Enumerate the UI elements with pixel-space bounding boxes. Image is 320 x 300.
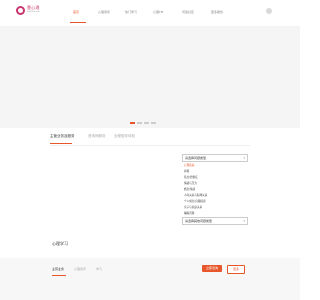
- nav-item-tests[interactable]: 心理测评: [98, 10, 110, 14]
- footer-tab-main[interactable]: 主营业务: [52, 267, 64, 271]
- carousel-dot[interactable]: [151, 122, 156, 124]
- option-item[interactable]: 个人成长/自我探索: [184, 199, 206, 203]
- carousel-dot[interactable]: [144, 122, 149, 124]
- user-avatar-icon[interactable]: [266, 8, 272, 14]
- footer-band: [0, 258, 300, 300]
- logo-icon: [16, 6, 25, 15]
- option-item[interactable]: 情绪与压力: [184, 181, 197, 185]
- option-item[interactable]: 焦虑/恐惧症: [184, 175, 198, 179]
- site-header: 壹心理 xinli001.com 首页 心理测评 热门学习 心理FM 问答社区 …: [0, 0, 300, 26]
- footer-tab-indicator: [52, 275, 66, 276]
- option-item[interactable]: 心理疾病: [184, 163, 194, 167]
- option-item[interactable]: 婚恋/情感: [184, 187, 195, 191]
- nav-active-indicator: [70, 22, 86, 23]
- option-item[interactable]: 睡眠问题: [184, 211, 194, 215]
- option-item[interactable]: 人际关系与职场关系: [184, 193, 207, 197]
- carousel-dot[interactable]: [137, 122, 142, 124]
- problem-type-select[interactable]: 请选择问题类型 ▾: [182, 154, 248, 162]
- consult-now-button[interactable]: 立即咨询: [202, 265, 222, 272]
- carousel-dot[interactable]: [130, 122, 135, 124]
- tab-active-indicator: [50, 143, 72, 144]
- footer-tab-tests[interactable]: 心理测评: [74, 267, 86, 271]
- tab-companion-experience[interactable]: 全程陪伴体验: [114, 134, 135, 139]
- select-value: 请选择其他问题类型: [185, 219, 213, 223]
- problem-type-options: 心理疾病 抑郁 焦虑/恐惧症 情绪与压力 婚恋/情感 人际关系与职场关系 个人成…: [182, 163, 246, 215]
- nav-item-courses[interactable]: 热门学习: [125, 10, 137, 14]
- footer-tab-learning[interactable]: 学习: [96, 267, 102, 271]
- nav-item-home[interactable]: 首页: [73, 10, 79, 14]
- tab-main-business[interactable]: 主营业务及服务: [50, 134, 75, 139]
- nav-item-qa[interactable]: 问答社区: [182, 10, 194, 14]
- chevron-down-icon: ▾: [243, 156, 245, 160]
- hero-banner[interactable]: [0, 26, 300, 128]
- more-button[interactable]: 更多: [227, 265, 245, 274]
- nav-item-fm[interactable]: 心理FM: [153, 10, 163, 14]
- chevron-down-icon: ▾: [243, 219, 245, 223]
- other-problem-select[interactable]: 请选择其他问题类型 ▾: [182, 217, 248, 225]
- option-item[interactable]: 抑郁: [184, 169, 189, 173]
- logo-subtitle: xinli001.com: [27, 11, 40, 13]
- tabs-divider: [50, 145, 250, 146]
- logo[interactable]: 壹心理 xinli001.com: [16, 5, 46, 17]
- tab-counselor-service[interactable]: 咨询师服务: [88, 134, 106, 139]
- select-value: 请选择问题类型: [185, 156, 207, 160]
- nav-item-more[interactable]: 更多服务: [211, 10, 223, 14]
- section-title: 心理学习: [52, 241, 68, 246]
- option-item[interactable]: 亲子与家庭关系: [184, 205, 202, 209]
